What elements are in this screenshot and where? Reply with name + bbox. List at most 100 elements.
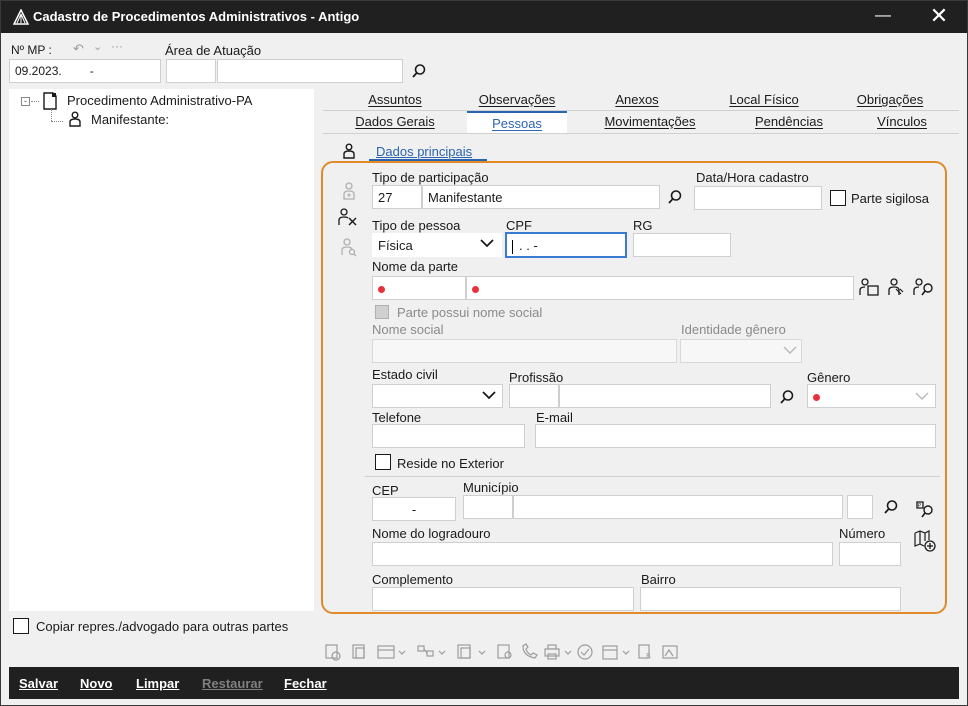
- svg-text:R: R: [646, 652, 651, 660]
- reside-exterior-checkbox[interactable]: [375, 454, 391, 470]
- uf-input[interactable]: [847, 495, 873, 519]
- tab-obrigacoes[interactable]: Obrigações: [821, 89, 959, 111]
- telefone-input[interactable]: [372, 424, 525, 448]
- profissao-input[interactable]: [559, 384, 771, 408]
- undo-icon: ↶: [73, 41, 84, 56]
- chevron-down-icon[interactable]: [481, 389, 497, 401]
- bairro-input[interactable]: [640, 587, 901, 611]
- parte-sigilosa-checkbox[interactable]: [830, 190, 846, 206]
- tab-pessoas[interactable]: Pessoas: [467, 111, 567, 133]
- tree-root-item[interactable]: Procedimento Administrativo-PA: [67, 93, 252, 108]
- tipo-participacao-label: Tipo de participação: [372, 170, 489, 185]
- search-municipio-icon[interactable]: [883, 499, 899, 515]
- required-indicator: [472, 286, 479, 294]
- app-logo-icon: [13, 9, 29, 25]
- search-area-icon[interactable]: [411, 63, 427, 79]
- cpf-label: CPF: [506, 218, 532, 233]
- search-participacao-icon[interactable]: [667, 189, 683, 205]
- limpar-button[interactable]: Limpar: [136, 676, 179, 691]
- logradouro-label: Nome do logradouro: [372, 526, 491, 541]
- nome-social-checkbox[interactable]: [375, 305, 389, 319]
- nome-parte-label: Nome da parte: [372, 259, 458, 274]
- tipo-participacao-input[interactable]: Manifestante: [422, 185, 660, 209]
- chevron-down-icon[interactable]: [914, 390, 930, 402]
- add-map-icon[interactable]: [913, 529, 937, 553]
- municipio-input[interactable]: [513, 495, 843, 519]
- tab-local-fisico[interactable]: Local Físico: [707, 89, 821, 111]
- required-indicator: [378, 286, 385, 294]
- logradouro-input[interactable]: [372, 542, 833, 566]
- tab-pendencias[interactable]: Pendências: [733, 111, 845, 133]
- nome-social-input[interactable]: [372, 339, 677, 363]
- municipio-label: Município: [463, 480, 519, 495]
- more-icon: ···: [111, 39, 123, 53]
- data-hora-label: Data/Hora cadastro: [696, 170, 809, 185]
- tab-anexos[interactable]: Anexos: [567, 89, 707, 111]
- novo-button[interactable]: Novo: [80, 676, 113, 691]
- minimize-button[interactable]: —: [873, 7, 893, 27]
- area-atuacao-label: Área de Atuação: [165, 43, 262, 58]
- nome-social-check-label: Parte possui nome social: [397, 305, 543, 320]
- main-window: Cadastro de Procedimentos Administrativo…: [0, 0, 968, 706]
- bottom-toolbar: R: [323, 642, 763, 662]
- window-title: Cadastro de Procedimentos Administrativo…: [33, 9, 360, 24]
- complemento-label: Complemento: [372, 572, 453, 587]
- footer-bar: Salvar Novo Limpar Restaurar Fechar: [9, 667, 959, 699]
- nome-parte-prefix-input[interactable]: [372, 276, 466, 300]
- restaurar-button[interactable]: Restaurar: [202, 676, 263, 691]
- copiar-label: Copiar repres./advogado para outras part…: [36, 619, 289, 634]
- tree-child-item[interactable]: Manifestante:: [91, 112, 169, 127]
- search-profissao-icon[interactable]: [779, 389, 795, 405]
- chevron-down-icon[interactable]: [782, 344, 798, 356]
- salvar-button[interactable]: Salvar: [19, 676, 58, 691]
- copiar-checkbox[interactable]: [13, 618, 29, 634]
- cep-label: CEP: [372, 483, 399, 498]
- tipo-participacao-code-input[interactable]: 27: [372, 185, 422, 209]
- cep-input[interactable]: -: [372, 497, 456, 521]
- telefone-label: Telefone: [372, 410, 422, 425]
- rg-label: RG: [633, 218, 653, 233]
- person-icon: [343, 143, 355, 159]
- person-edit-icon[interactable]: [887, 277, 905, 297]
- estado-civil-label: Estado civil: [372, 367, 438, 382]
- area-code-input[interactable]: [166, 59, 216, 83]
- email-label: E-mail: [536, 410, 573, 425]
- person-icon: [69, 111, 81, 127]
- cpf-input[interactable]: . . -: [505, 232, 627, 258]
- search-location-icon[interactable]: P: [915, 499, 935, 519]
- close-button[interactable]: ✕: [927, 5, 951, 29]
- numero-input[interactable]: [839, 542, 901, 566]
- rg-input[interactable]: [633, 233, 731, 257]
- tree-panel: - Procedimento Administrativo-PA Manifes…: [9, 89, 314, 611]
- genero-label: Gênero: [807, 370, 851, 385]
- municipio-code-input[interactable]: [463, 495, 513, 519]
- bairro-label: Bairro: [641, 572, 676, 587]
- identidade-genero-label: Identidade gênero: [681, 322, 786, 337]
- tab-vinculos[interactable]: Vínculos: [845, 111, 959, 133]
- complemento-input[interactable]: [372, 587, 634, 611]
- fechar-button[interactable]: Fechar: [284, 676, 327, 691]
- tab-assuntos[interactable]: Assuntos: [323, 89, 467, 111]
- email-input[interactable]: [535, 424, 936, 448]
- required-indicator: [813, 394, 820, 402]
- nome-parte-input[interactable]: [466, 276, 854, 300]
- tab-movimentacoes[interactable]: Movimentações: [567, 111, 733, 133]
- data-hora-input[interactable]: [694, 186, 822, 210]
- reside-exterior-label: Reside no Exterior: [397, 456, 504, 471]
- mp-number-input[interactable]: 09.2023. -: [9, 59, 161, 83]
- collapse-toggle-icon[interactable]: -: [21, 97, 30, 106]
- area-name-input[interactable]: [217, 59, 403, 83]
- person-search-icon[interactable]: [913, 277, 935, 297]
- profissao-label: Profissão: [509, 370, 564, 385]
- subtab-dados-principais[interactable]: Dados principais: [376, 144, 472, 159]
- svg-text:P: P: [918, 503, 921, 509]
- document-icon: [43, 92, 57, 110]
- chevron-down-icon[interactable]: [479, 237, 495, 249]
- tab-observacoes[interactable]: Observações: [467, 89, 567, 111]
- tab-dados-gerais[interactable]: Dados Gerais: [323, 111, 467, 133]
- tipo-pessoa-label: Tipo de pessoa: [372, 218, 461, 233]
- mp-label: Nº MP :: [11, 43, 52, 57]
- person-card-icon[interactable]: [859, 277, 879, 297]
- title-bar: Cadastro de Procedimentos Administrativo…: [1, 1, 967, 33]
- profissao-code-input[interactable]: [509, 384, 559, 408]
